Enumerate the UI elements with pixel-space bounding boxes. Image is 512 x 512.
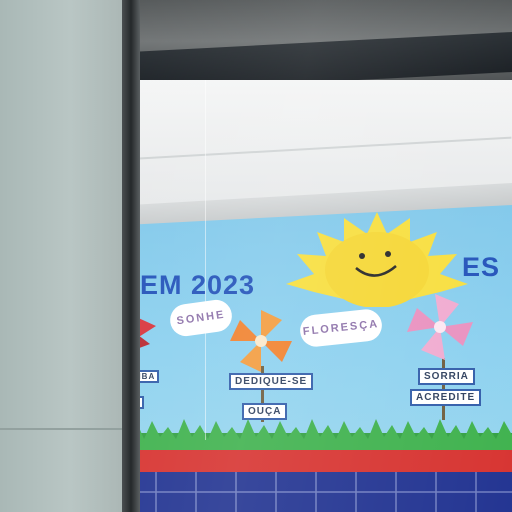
cloud-sonhe-label: SONHE: [175, 308, 227, 328]
board-title-left: EM 2023: [140, 270, 256, 300]
granite-pillar-edge: [122, 0, 140, 512]
cloud-floresca-label: FLORESÇA: [302, 318, 380, 338]
glass-door-panel: [0, 0, 128, 512]
tag-acredite: ACREDITE: [410, 389, 482, 406]
tag-dedique-se: DEDIQUE-SE: [229, 373, 314, 390]
grass-border: [130, 419, 512, 453]
red-tile-band: [130, 450, 512, 472]
glass-edge: [205, 80, 206, 440]
board-title-right: ES: [462, 252, 501, 282]
pinwheel-pink-icon: [407, 294, 473, 360]
panel-seam: [0, 428, 128, 430]
tag-sorria: SORRIA: [418, 368, 475, 385]
blue-tile-wall: [130, 472, 512, 512]
pinwheel-orange-icon: [230, 310, 292, 372]
